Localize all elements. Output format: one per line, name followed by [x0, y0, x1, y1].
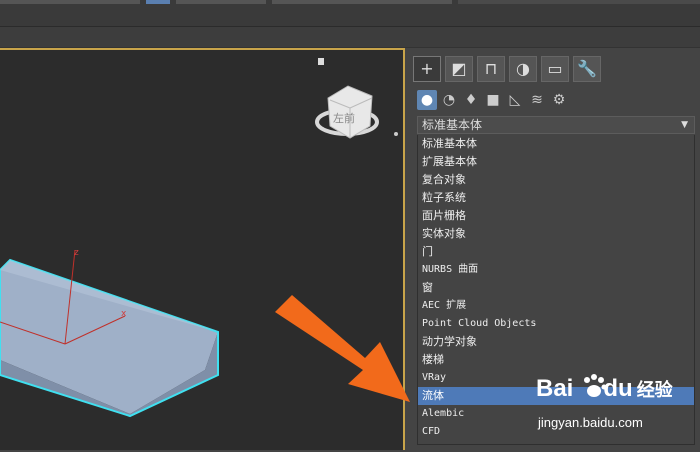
list-item[interactable]: 动力学对象: [418, 333, 694, 351]
list-item[interactable]: 复合对象: [418, 171, 694, 189]
watermark-cn: 经验: [636, 380, 673, 401]
watermark-logo-2: du: [603, 375, 633, 402]
list-item[interactable]: AEC 扩展: [418, 297, 694, 315]
viewcube-face-label: 左前: [333, 111, 355, 125]
watermark-url: jingyan.baidu.com: [538, 415, 643, 430]
chevron-down-icon[interactable]: ▼: [681, 117, 688, 133]
menu-strip[interactable]: [272, 0, 452, 4]
list-item[interactable]: 窗: [418, 279, 694, 297]
list-item[interactable]: 粒子系统: [418, 189, 694, 207]
watermark-logo: Bai: [536, 375, 574, 402]
helper-icon[interactable]: ◺: [505, 90, 525, 110]
menu-bar: [0, 0, 700, 27]
list-item[interactable]: 实体对象: [418, 225, 694, 243]
light-icon[interactable]: ♦: [461, 90, 481, 110]
list-item[interactable]: Point Cloud Objects: [418, 315, 694, 333]
shapes-icon[interactable]: ◔: [439, 90, 459, 110]
display-tab-icon[interactable]: ▭: [541, 56, 569, 82]
menu-strip[interactable]: [176, 0, 266, 4]
list-item[interactable]: NURBS 曲面: [418, 261, 694, 279]
motion-tab-icon[interactable]: ◑: [509, 56, 537, 82]
x-axis-label: x: [121, 309, 127, 319]
systems-icon[interactable]: ⚙: [549, 90, 569, 110]
spacewarp-icon[interactable]: ≋: [527, 90, 547, 110]
menu-strip-active[interactable]: [146, 0, 170, 4]
menu-strip[interactable]: [0, 0, 140, 4]
menu-strip[interactable]: [458, 0, 700, 4]
z-axis-label: z: [74, 248, 79, 258]
viewcube[interactable]: 左前: [315, 58, 398, 139]
list-item[interactable]: 门: [418, 243, 694, 261]
home-icon: [318, 58, 324, 65]
object-type-dropdown[interactable]: 标准基本体 ▼: [417, 116, 695, 134]
utilities-tab-icon[interactable]: 🔧: [573, 56, 601, 82]
annotation-arrow-icon: [275, 295, 410, 402]
list-item[interactable]: 扩展基本体: [418, 153, 694, 171]
geometry-sphere-icon[interactable]: ●: [417, 90, 437, 110]
baidu-watermark: Bai du 经验: [536, 375, 673, 403]
toolbar: [0, 27, 700, 48]
create-tab-icon[interactable]: +: [413, 56, 441, 82]
list-item[interactable]: 面片栅格: [418, 207, 694, 225]
list-item[interactable]: 标准基本体: [418, 135, 694, 153]
dropdown-value: 标准基本体: [422, 118, 483, 132]
hierarchy-tab-icon[interactable]: ⊓: [477, 56, 505, 82]
camera-icon[interactable]: ■: [483, 90, 503, 110]
modify-tab-icon[interactable]: ◩: [445, 56, 473, 82]
list-item[interactable]: 楼梯: [418, 351, 694, 369]
